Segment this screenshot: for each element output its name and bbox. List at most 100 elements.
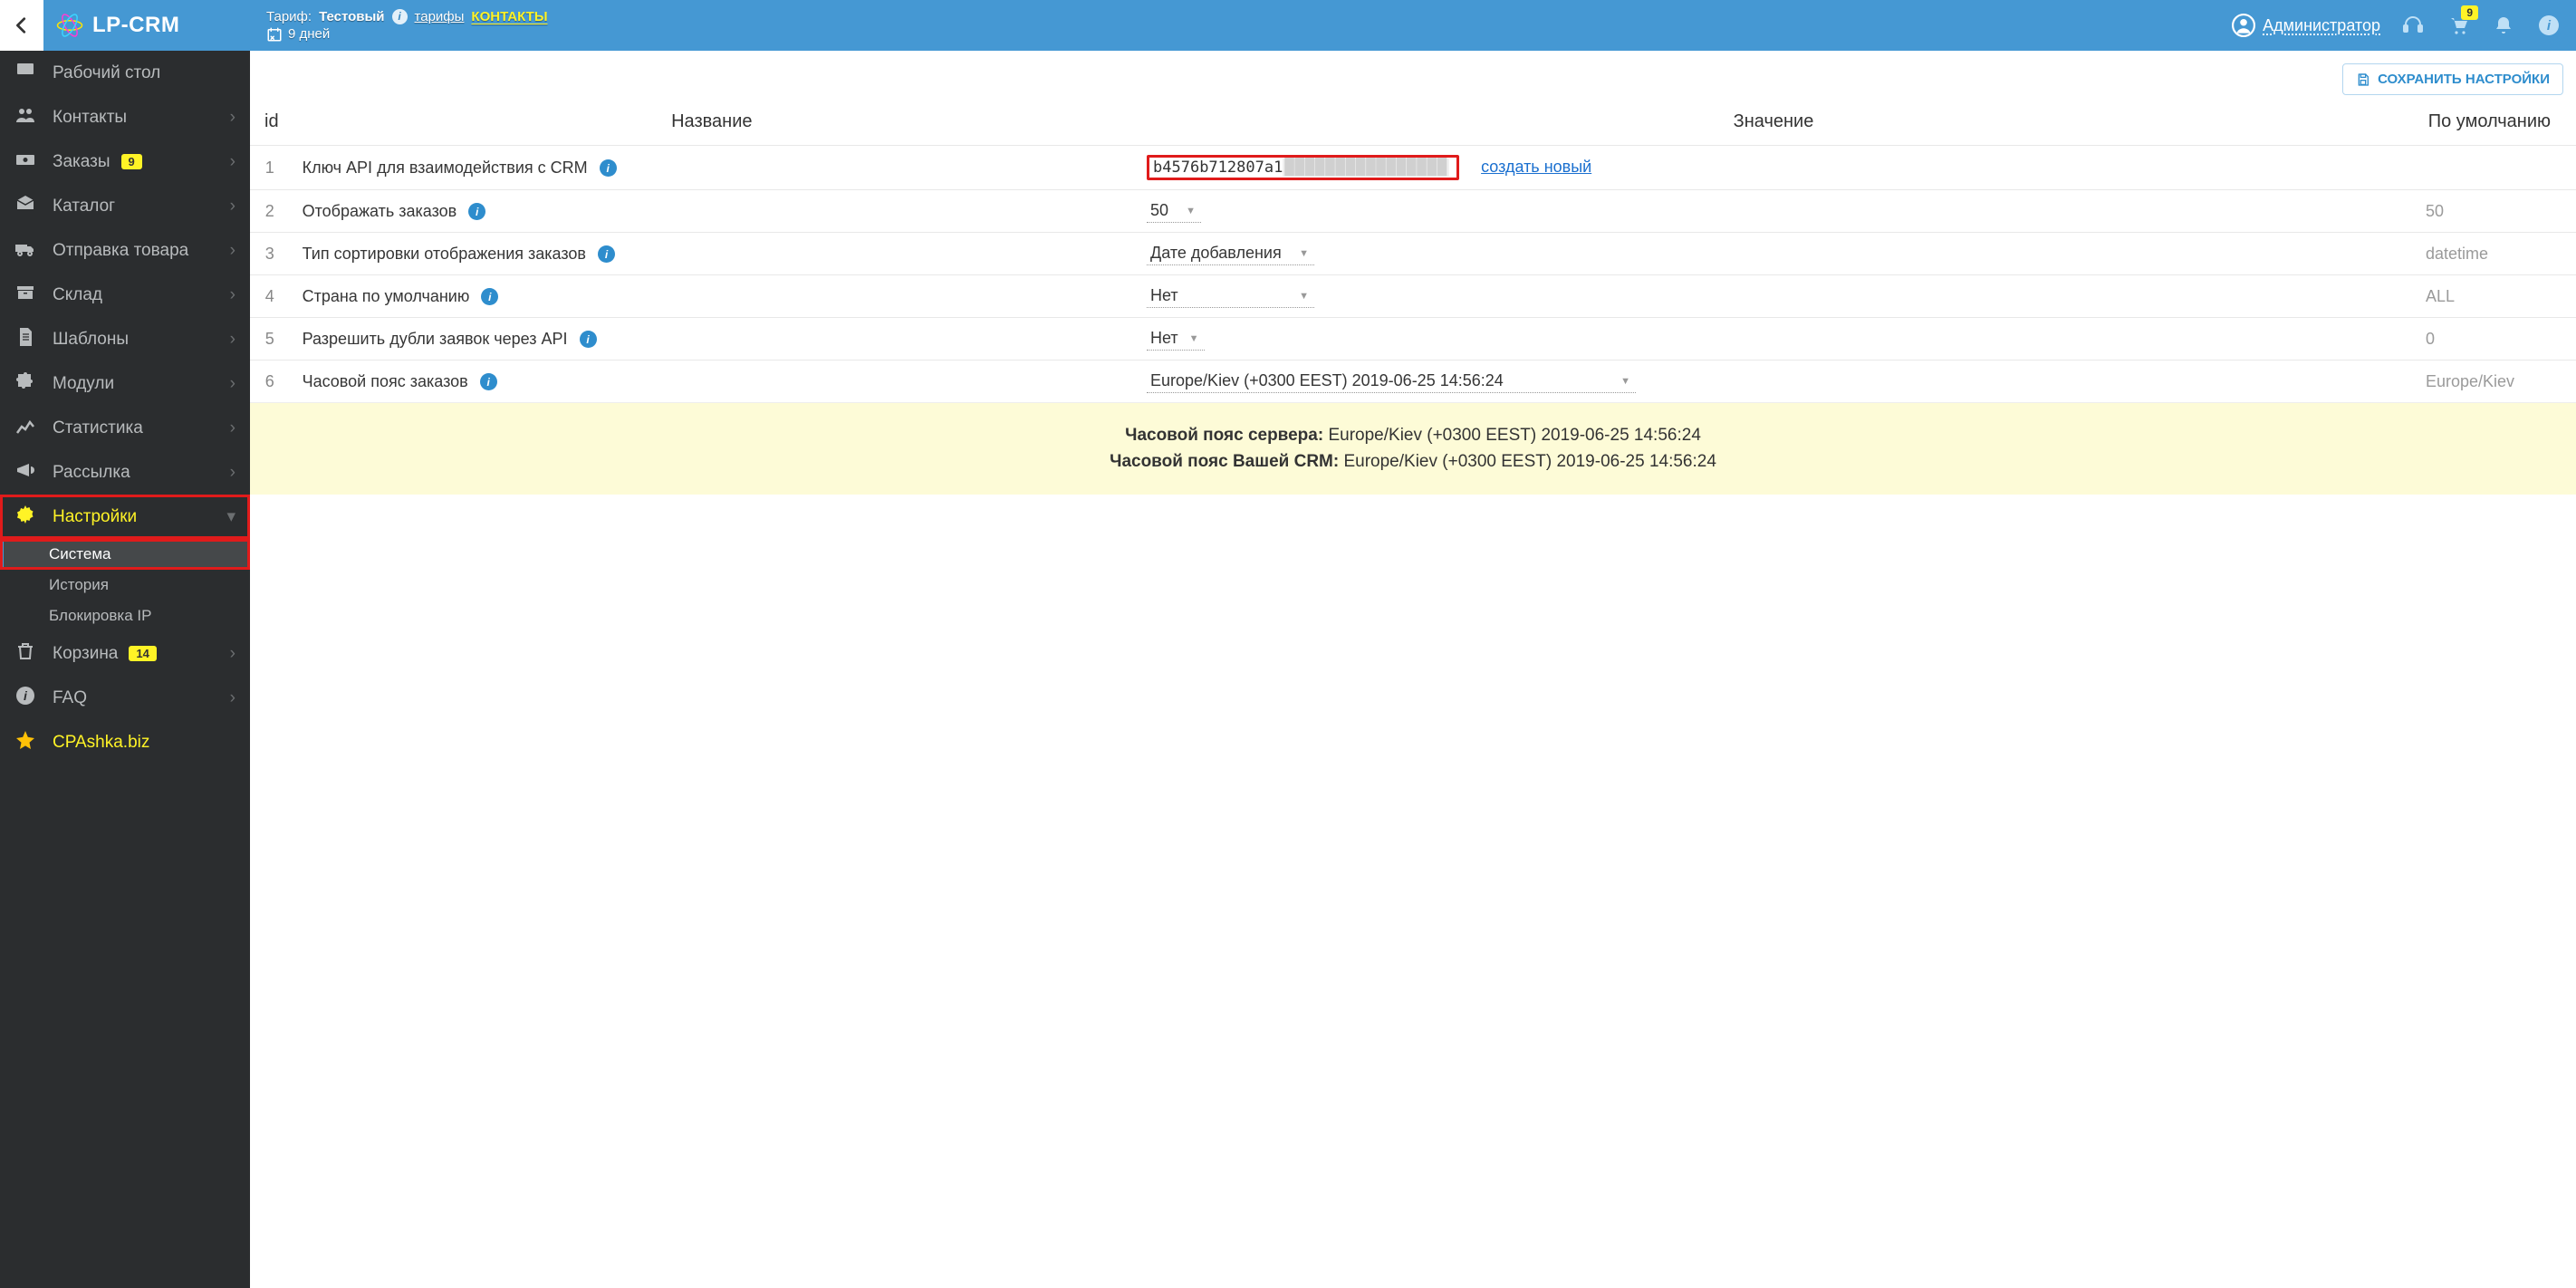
info-icon[interactable]: i xyxy=(480,373,497,390)
desktop-icon xyxy=(14,60,36,86)
chevron-right-icon: › xyxy=(230,418,235,438)
users-icon xyxy=(14,104,36,130)
row-id: 6 xyxy=(250,360,290,403)
top-bar: LP-CRM Тариф: Тестовый i тарифы КОНТАКТЫ… xyxy=(0,0,2576,51)
row-id: 4 xyxy=(250,275,290,318)
nav-label: Корзина xyxy=(53,644,118,664)
nav-chart[interactable]: Статистика › xyxy=(0,406,250,450)
chevron-right-icon: › xyxy=(230,152,235,172)
info-icon[interactable]: i xyxy=(468,203,485,220)
nav-label: Статистика xyxy=(53,418,143,438)
subnav-item[interactable]: Система xyxy=(0,539,250,570)
select-field[interactable]: Дате добавления▼ xyxy=(1147,242,1314,265)
nav-truck[interactable]: Отправка товара › xyxy=(0,228,250,273)
nav-inbox[interactable]: Каталог› xyxy=(0,184,250,228)
select-field[interactable]: 50▼ xyxy=(1147,199,1201,223)
nav-label: Шаблоны xyxy=(53,330,129,350)
user-icon xyxy=(2232,14,2255,37)
chevron-right-icon: › xyxy=(230,197,235,216)
bell-icon[interactable] xyxy=(2493,14,2514,36)
doc-icon xyxy=(14,326,36,352)
tariff-label: Тариф: xyxy=(266,9,312,24)
puzzle-icon xyxy=(14,370,36,397)
logo-icon xyxy=(56,12,83,39)
cart-badge: 9 xyxy=(2461,5,2478,20)
row-value: Нет▼ xyxy=(1134,318,2413,360)
save-label: СОХРАНИТЬ НАСТРОЙКИ xyxy=(2378,72,2550,87)
tz-crm-label: Часовой пояс Вашей CRM: xyxy=(1110,452,1339,471)
help-icon[interactable]: i xyxy=(2538,14,2560,36)
tz-server-value: Europe/Kiev (+0300 EEST) 2019-06-25 14:5… xyxy=(1328,426,1700,445)
chevron-right-icon: › xyxy=(230,688,235,708)
nav-gear[interactable]: Настройки▾ xyxy=(0,495,250,539)
save-settings-button[interactable]: СОХРАНИТЬ НАСТРОЙКИ xyxy=(2342,63,2563,95)
row-id: 1 xyxy=(250,146,290,190)
nav-label: Отправка товара xyxy=(53,241,188,261)
nav-label: CPAshka.biz xyxy=(53,733,149,753)
nav-cpa[interactable]: CPAshka.biz xyxy=(0,720,250,764)
select-field[interactable]: Нет▼ xyxy=(1147,327,1205,351)
days-left: 9 дней xyxy=(288,26,330,42)
nav-desktop[interactable]: Рабочий стол xyxy=(0,51,250,95)
back-button[interactable] xyxy=(0,0,43,51)
save-icon xyxy=(2356,72,2370,87)
create-new-key-link[interactable]: создать новый xyxy=(1481,158,1591,176)
select-field[interactable]: Нет▼ xyxy=(1147,284,1314,308)
row-name: Тип сортировки отображения заказов i xyxy=(290,233,1134,275)
nav-trash[interactable]: Корзина14› xyxy=(0,631,250,676)
info-icon: i xyxy=(14,685,36,711)
caret-down-icon: ▼ xyxy=(1299,248,1309,259)
row-name: Ключ API для взаимодействия с CRM i xyxy=(290,146,1134,190)
row-id: 5 xyxy=(250,318,290,360)
nav-label: Контакты xyxy=(53,108,127,128)
subnav-item[interactable]: История xyxy=(0,570,250,601)
info-icon[interactable]: i xyxy=(392,9,408,24)
nav-label: Рабочий стол xyxy=(53,63,160,83)
brand[interactable]: LP-CRM xyxy=(43,12,250,39)
sidebar: Рабочий столКонтакты›Заказы9›Каталог›Отп… xyxy=(0,51,250,1288)
info-icon[interactable]: i xyxy=(598,245,615,263)
chevron-right-icon: › xyxy=(230,463,235,483)
nav-cash[interactable]: Заказы9› xyxy=(0,139,250,184)
cart-icon[interactable]: 9 xyxy=(2447,14,2469,36)
row-value: Нет▼ xyxy=(1134,275,2413,318)
nav-doc[interactable]: Шаблоны› xyxy=(0,317,250,361)
row-name: Разрешить дубли заявок через API i xyxy=(290,318,1134,360)
chevron-right-icon: › xyxy=(230,285,235,305)
select-field[interactable]: Europe/Kiev (+0300 EEST) 2019-06-25 14:5… xyxy=(1147,370,1636,393)
support-icon[interactable] xyxy=(2402,14,2424,36)
nav-users[interactable]: Контакты › xyxy=(0,95,250,139)
info-icon[interactable]: i xyxy=(580,331,597,348)
nav-label: Модули xyxy=(53,374,114,394)
archive-icon xyxy=(14,282,36,308)
tariff-name: Тестовый xyxy=(319,9,384,24)
nav-faq[interactable]: iFAQ› xyxy=(0,676,250,720)
trash-icon xyxy=(14,640,36,667)
bullhorn-icon xyxy=(14,459,36,485)
info-icon[interactable]: i xyxy=(600,159,617,177)
nav-puzzle[interactable]: Модули › xyxy=(0,361,250,406)
nav-archive[interactable]: Склад› xyxy=(0,273,250,317)
row-id: 2 xyxy=(250,190,290,233)
tariffs-link[interactable]: тарифы xyxy=(415,9,465,24)
table-row: 3Тип сортировки отображения заказов i Дат… xyxy=(250,233,2576,275)
tz-server-label: Часовой пояс сервера: xyxy=(1125,426,1323,445)
chevron-right-icon: › xyxy=(230,108,235,128)
nav-label: Рассылка xyxy=(53,463,130,483)
user-menu[interactable]: Администратор xyxy=(2232,14,2380,37)
row-id: 3 xyxy=(250,233,290,275)
chevron-right-icon: › xyxy=(230,374,235,394)
contacts-link[interactable]: КОНТАКТЫ xyxy=(471,9,547,24)
table-row: 4Страна по умолчанию iНет▼ALL xyxy=(250,275,2576,318)
nav-bullhorn[interactable]: Рассылка › xyxy=(0,450,250,495)
table-row: 2Отображать заказов i50▼50 xyxy=(250,190,2576,233)
caret-down-icon: ▼ xyxy=(1186,206,1196,216)
cash-icon xyxy=(14,149,36,175)
subnav-item[interactable]: Блокировка IP xyxy=(0,601,250,631)
api-key-box: b4576b712807a1████████████████ xyxy=(1147,155,1459,180)
row-default: 0 xyxy=(2413,318,2576,360)
chevron-right-icon: › xyxy=(230,644,235,664)
chevron-right-icon: › xyxy=(230,241,235,261)
row-value: Europe/Kiev (+0300 EEST) 2019-06-25 14:5… xyxy=(1134,360,2413,403)
info-icon[interactable]: i xyxy=(481,288,498,305)
